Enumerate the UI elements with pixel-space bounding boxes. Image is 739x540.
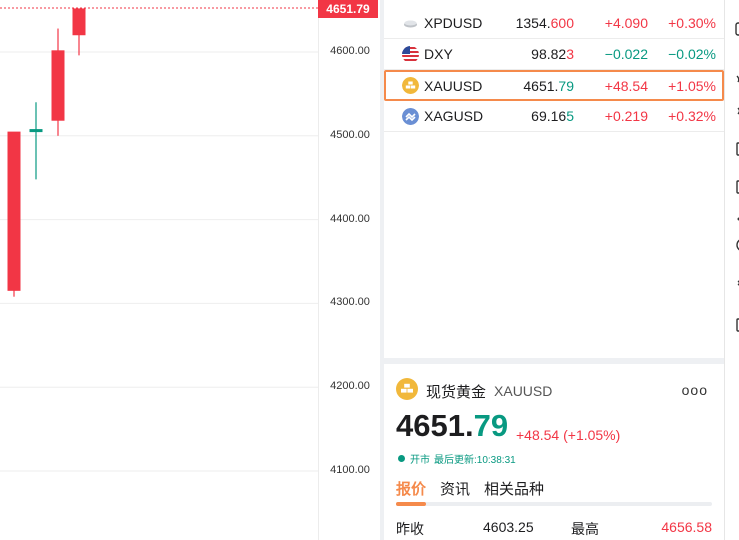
watchlist-change-percent: +0.30% [668, 15, 716, 31]
detail-header: 现货黄金 XAUUSD [396, 377, 553, 405]
watchlist-change-percent: −0.02% [668, 46, 716, 62]
watchlist-change-percent: +1.05% [668, 77, 716, 94]
side-toolbar [724, 0, 739, 540]
instrument-detail-panel: 现货黄金 XAUUSD ooo 4651.79 +48.54 (+1.05%) … [384, 364, 724, 540]
tool-mark-icon-2[interactable] [735, 104, 739, 118]
tab-indicator-track [396, 502, 712, 506]
tab-quote[interactable]: 报价 [396, 478, 426, 499]
y-tick-label: 4300.00 [330, 296, 370, 309]
watchlist-row-dxy[interactable]: DXY 98.823 −0.022 −0.02% [384, 39, 724, 70]
watchlist-change: +0.219 [604, 108, 648, 124]
market-status-text: 开市 [410, 455, 430, 466]
instrument-name: 现货黄金 [426, 383, 487, 401]
watchlist-symbol: XAUUSD [424, 77, 483, 94]
y-tick-label: 4600.00 [330, 45, 370, 57]
gold-coin-icon [396, 377, 418, 405]
tab-news[interactable]: 资讯 [440, 478, 470, 499]
gold-coin-icon [402, 77, 419, 94]
us-flag-icon [402, 45, 419, 63]
y-tick-label: 4500.00 [330, 128, 370, 141]
chart-pane[interactable]: 4600.00 4500.00 4400.00 4300.00 4200.00 4100.… [0, 0, 380, 540]
market-status: 开市 最后更新:10:38:31 [398, 451, 516, 466]
watchlist-row-xauusd[interactable]: XAUUSD 4651.79 +48.54 +1.05% [384, 70, 724, 101]
status-dot-icon [398, 455, 405, 462]
watchlist-symbol: XPDUSD [424, 15, 483, 31]
tool-mark-icon[interactable] [735, 72, 739, 86]
last-price-tag: 4651.79 [318, 0, 378, 18]
watchlist-change: +48.54 [604, 77, 648, 94]
candle-body [51, 50, 65, 121]
candle-body [29, 129, 43, 133]
tool-circle-icon[interactable] [735, 238, 739, 252]
watchlist-symbol: XAGUSD [424, 108, 484, 124]
watchlist-price: 4651.79 [523, 77, 574, 94]
quote-stats-row: 昨收 4603.25 最高 4656.58 [396, 519, 712, 537]
y-tick-label: 4400.00 [330, 212, 370, 225]
watchlist-price: 1354.600 [515, 15, 574, 31]
last-update-time: 最后更新:10:38:31 [434, 455, 516, 466]
silver-coin-icon [402, 107, 419, 125]
y-tick-label: 4100.00 [330, 464, 370, 476]
more-options-button[interactable]: ooo [682, 382, 708, 398]
detail-tabs: 报价 资讯 相关品种 [396, 478, 558, 499]
y-tick-label: 4200.00 [330, 380, 370, 393]
watchlist-price: 98.823 [531, 46, 574, 62]
tool-rect-icon[interactable] [735, 22, 739, 36]
watchlist-symbol: DXY [424, 46, 453, 62]
high-label: 最高 [571, 521, 599, 537]
watchlist: XPDUSD 1354.600 +4.090 +0.30% DXY 98.823… [384, 0, 724, 358]
high-value: 4656.58 [661, 519, 712, 535]
price-change: +48.54 (+1.05%) [516, 427, 621, 443]
tool-hook-icon[interactable] [735, 276, 739, 290]
watchlist-change: +4.090 [604, 15, 648, 31]
prev-close-label: 昨收 [396, 521, 424, 537]
tool-bracket-icon[interactable] [735, 318, 739, 332]
watchlist-price: 69.165 [531, 108, 574, 124]
watchlist-change-percent: +0.32% [668, 108, 716, 124]
tab-related[interactable]: 相关品种 [484, 478, 544, 499]
tool-dot-icon[interactable] [735, 212, 739, 226]
instrument-symbol: XAUUSD [494, 383, 553, 399]
tool-box-icon[interactable] [735, 142, 739, 156]
candle-body [72, 8, 86, 36]
current-price: 4651.79 [396, 408, 509, 443]
watchlist-change: −0.022 [604, 46, 648, 62]
candlestick-chart[interactable] [0, 0, 318, 540]
candle-body [7, 131, 21, 291]
watchlist-row-xpdusd[interactable]: XPDUSD 1354.600 +4.090 +0.30% [384, 8, 724, 39]
tool-box-icon-2[interactable] [735, 180, 739, 194]
tab-active-indicator [396, 502, 426, 506]
price-axis: 4600.00 4500.00 4400.00 4300.00 4200.00 4100.… [318, 0, 380, 540]
watchlist-row-xagusd[interactable]: XAGUSD 69.165 +0.219 +0.32% [384, 101, 724, 132]
palladium-bar-icon [402, 15, 419, 32]
prev-close-value: 4603.25 [483, 519, 534, 535]
